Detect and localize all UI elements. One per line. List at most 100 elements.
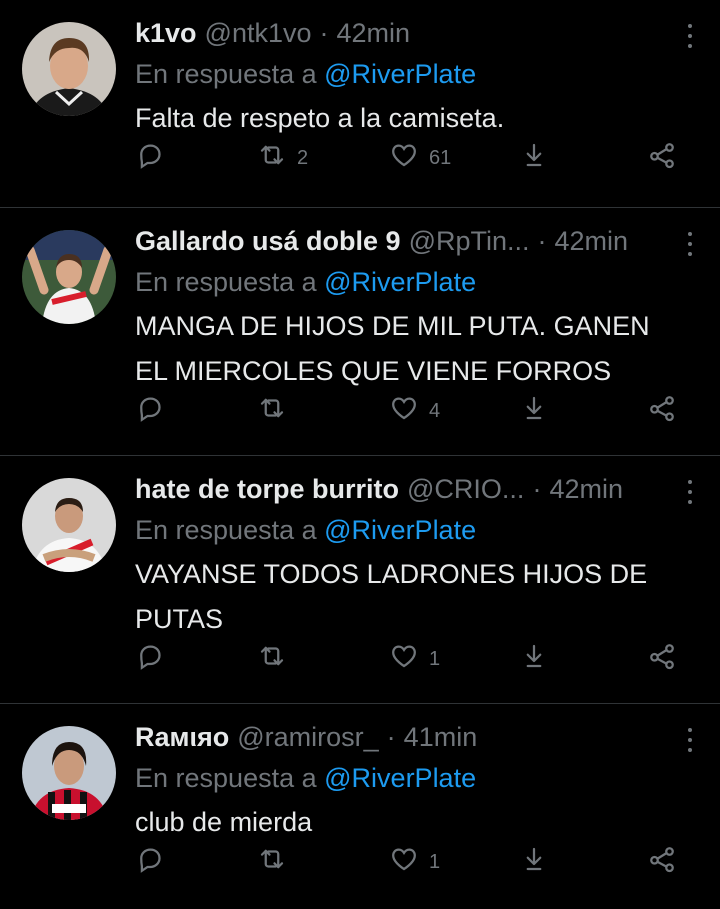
- tweet-header: hate de torpe burrito @CRIO... · 42min: [135, 470, 700, 508]
- tweet-actions: 4: [135, 394, 680, 428]
- user-handle[interactable]: @ramirosr_: [237, 718, 378, 756]
- tweet-actions: 1: [135, 845, 680, 879]
- tweet-text: club de mierda: [135, 800, 700, 845]
- retweet-button[interactable]: [257, 845, 297, 879]
- display-name[interactable]: Gallardo usá doble 9: [135, 222, 401, 260]
- heart-icon: [389, 140, 419, 176]
- avatar[interactable]: [22, 726, 116, 820]
- share-button[interactable]: [647, 845, 677, 879]
- avatar[interactable]: [22, 230, 116, 324]
- tweet-text-line: club de mierda: [135, 807, 313, 837]
- bookmark-button[interactable]: [519, 394, 549, 428]
- tweet[interactable]: k1vo @ntk1vo · 42min En respuesta a @Riv…: [0, 0, 720, 208]
- bookmark-button[interactable]: [519, 845, 549, 879]
- more-options-icon[interactable]: [680, 728, 700, 752]
- reply-icon: [135, 844, 165, 880]
- like-count: 1: [429, 647, 441, 670]
- separator: ·: [386, 722, 396, 752]
- reply-icon: [135, 140, 165, 176]
- tweet-feed: k1vo @ntk1vo · 42min En respuesta a @Riv…: [0, 0, 720, 909]
- tweet-actions: 1: [135, 642, 680, 676]
- reply-prefix: En respuesta a: [135, 267, 317, 297]
- reply-prefix: En respuesta a: [135, 59, 317, 89]
- reply-context: En respuesta a @RiverPlate: [135, 54, 700, 94]
- more-options-icon[interactable]: [680, 232, 700, 256]
- reply-prefix: En respuesta a: [135, 763, 317, 793]
- reply-button[interactable]: [135, 642, 165, 676]
- like-button[interactable]: 61: [389, 141, 451, 175]
- share-icon: [647, 140, 677, 176]
- bookmark-icon: [519, 844, 549, 880]
- like-count: 4: [429, 399, 441, 422]
- share-icon: [647, 844, 677, 880]
- reply-button[interactable]: [135, 141, 165, 175]
- separator: ·: [319, 18, 329, 48]
- tweet-header: k1vo @ntk1vo · 42min: [135, 14, 700, 52]
- tweet-header: Gallardo usá doble 9 @RpTin... · 42min: [135, 222, 700, 260]
- bookmark-button[interactable]: [519, 642, 549, 676]
- heart-icon: [389, 844, 419, 880]
- heart-icon: [389, 641, 419, 677]
- share-button[interactable]: [647, 141, 677, 175]
- tweet[interactable]: Rамιяо @ramirosr_ · 41min En respuesta a…: [0, 704, 720, 909]
- retweet-button[interactable]: [257, 394, 297, 428]
- avatar[interactable]: [22, 22, 116, 116]
- tweet-text-line: VAYANSE TODOS LADRONES HIJOS DE: [135, 559, 648, 589]
- tweet-text-line: MANGA DE HIJOS DE MIL PUTA. GANEN: [135, 311, 650, 341]
- user-handle[interactable]: @ntk1vo: [205, 14, 312, 52]
- reply-mention-link[interactable]: @RiverPlate: [324, 267, 476, 297]
- tweet-header: Rамιяо @ramirosr_ · 41min: [135, 718, 700, 756]
- reply-button[interactable]: [135, 845, 165, 879]
- reply-mention-link[interactable]: @RiverPlate: [324, 59, 476, 89]
- reply-mention-link[interactable]: @RiverPlate: [324, 515, 476, 545]
- retweet-button[interactable]: [257, 642, 297, 676]
- avatar[interactable]: [22, 478, 116, 572]
- tweet-text-line: PUTAS: [135, 604, 224, 634]
- like-count: 61: [429, 146, 452, 169]
- retweet-count: 2: [297, 146, 309, 169]
- retweet-icon: [257, 140, 287, 176]
- separator: ·: [537, 226, 547, 256]
- tweet[interactable]: hate de torpe burrito @CRIO... · 42min E…: [0, 456, 720, 704]
- reply-context: En respuesta a @RiverPlate: [135, 758, 700, 798]
- retweet-icon: [257, 641, 287, 677]
- reply-icon: [135, 641, 165, 677]
- retweet-icon: [257, 844, 287, 880]
- reply-context: En respuesta a @RiverPlate: [135, 510, 700, 550]
- display-name[interactable]: Rамιяо: [135, 718, 229, 756]
- like-button[interactable]: 1: [389, 642, 440, 676]
- reply-context: En respuesta a @RiverPlate: [135, 262, 700, 302]
- tweet-actions: 2 61: [135, 141, 680, 175]
- display-name[interactable]: k1vo: [135, 14, 197, 52]
- tweet-text: Falta de respeto a la camiseta.: [135, 96, 700, 141]
- timestamp[interactable]: 42min: [549, 470, 623, 508]
- bookmark-icon: [519, 140, 549, 176]
- like-count: 1: [429, 850, 441, 873]
- retweet-button[interactable]: 2: [257, 141, 308, 175]
- more-options-icon[interactable]: [680, 24, 700, 48]
- reply-icon: [135, 393, 165, 429]
- reply-mention-link[interactable]: @RiverPlate: [324, 763, 476, 793]
- reply-button[interactable]: [135, 394, 165, 428]
- user-handle[interactable]: @CRIO...: [407, 470, 524, 508]
- like-button[interactable]: 1: [389, 845, 440, 879]
- display-name[interactable]: hate de torpe burrito: [135, 470, 399, 508]
- like-button[interactable]: 4: [389, 394, 440, 428]
- bookmark-button[interactable]: [519, 141, 549, 175]
- more-options-icon[interactable]: [680, 480, 700, 504]
- tweet-text-line: Falta de respeto a la camiseta.: [135, 103, 505, 133]
- share-button[interactable]: [647, 394, 677, 428]
- separator: ·: [532, 474, 542, 504]
- timestamp[interactable]: 41min: [404, 718, 478, 756]
- reply-prefix: En respuesta a: [135, 515, 317, 545]
- timestamp[interactable]: 42min: [337, 14, 411, 52]
- tweet[interactable]: Gallardo usá doble 9 @RpTin... · 42min E…: [0, 208, 720, 456]
- tweet-text: MANGA DE HIJOS DE MIL PUTA. GANEN EL MIER…: [135, 304, 700, 394]
- bookmark-icon: [519, 393, 549, 429]
- tweet-text: VAYANSE TODOS LADRONES HIJOS DE PUTAS: [135, 552, 700, 642]
- retweet-icon: [257, 393, 287, 429]
- user-handle[interactable]: @RpTin...: [409, 222, 530, 260]
- share-icon: [647, 641, 677, 677]
- timestamp[interactable]: 42min: [555, 222, 629, 260]
- share-button[interactable]: [647, 642, 677, 676]
